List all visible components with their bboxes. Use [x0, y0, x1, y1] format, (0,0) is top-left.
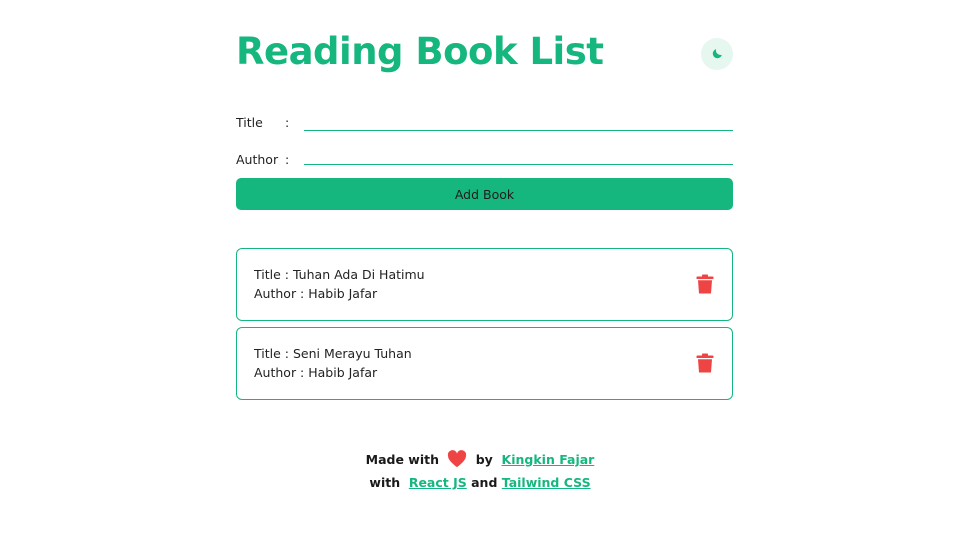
- footer: Made with by Kingkin Fajar with React JS…: [0, 450, 960, 492]
- footer-line-2: with React JS and Tailwind CSS: [0, 473, 960, 492]
- footer-line-1: Made with by Kingkin Fajar: [0, 450, 960, 473]
- book-list: Title : Tuhan Ada Di Hatimu Author : Hab…: [236, 248, 733, 406]
- react-link[interactable]: React JS: [409, 475, 467, 490]
- heart-icon: [447, 450, 467, 473]
- page-title: Reading Book List: [236, 30, 604, 73]
- title-colon: :: [285, 115, 290, 130]
- add-book-button[interactable]: Add Book: [236, 178, 733, 210]
- title-label: Title: [236, 115, 263, 130]
- book-card: Title : Tuhan Ada Di Hatimu Author : Hab…: [236, 248, 733, 321]
- author-label: Author: [236, 152, 279, 167]
- author-link[interactable]: Kingkin Fajar: [502, 452, 595, 467]
- book-title: Title : Seni Merayu Tuhan: [254, 346, 412, 361]
- footer-by: by: [475, 452, 493, 467]
- footer-with: with: [369, 475, 401, 490]
- book-author: Author : Habib Jafar: [254, 286, 378, 301]
- trash-icon: [696, 353, 714, 377]
- moon-icon: [711, 45, 724, 64]
- book-author: Author : Habib Jafar: [254, 365, 378, 380]
- delete-book-button[interactable]: [695, 274, 715, 298]
- footer-and: and: [471, 475, 498, 490]
- author-form-row: Author :: [236, 146, 733, 176]
- title-input[interactable]: [304, 112, 733, 131]
- footer-made-with: Made with: [365, 452, 439, 467]
- book-card: Title : Seni Merayu Tuhan Author : Habib…: [236, 327, 733, 400]
- tailwind-link[interactable]: Tailwind CSS: [502, 475, 591, 490]
- title-form-row: Title :: [236, 112, 733, 139]
- main-container: Reading Book List Title : Author : Add B…: [236, 0, 733, 400]
- delete-book-button[interactable]: [695, 353, 715, 377]
- page: Reading Book List Title : Author : Add B…: [0, 0, 960, 539]
- book-title: Title : Tuhan Ada Di Hatimu: [254, 267, 425, 282]
- author-input[interactable]: [304, 146, 733, 165]
- header: Reading Book List: [236, 0, 733, 100]
- trash-icon: [696, 274, 714, 298]
- theme-toggle-button[interactable]: [701, 38, 733, 70]
- author-colon: :: [285, 152, 290, 167]
